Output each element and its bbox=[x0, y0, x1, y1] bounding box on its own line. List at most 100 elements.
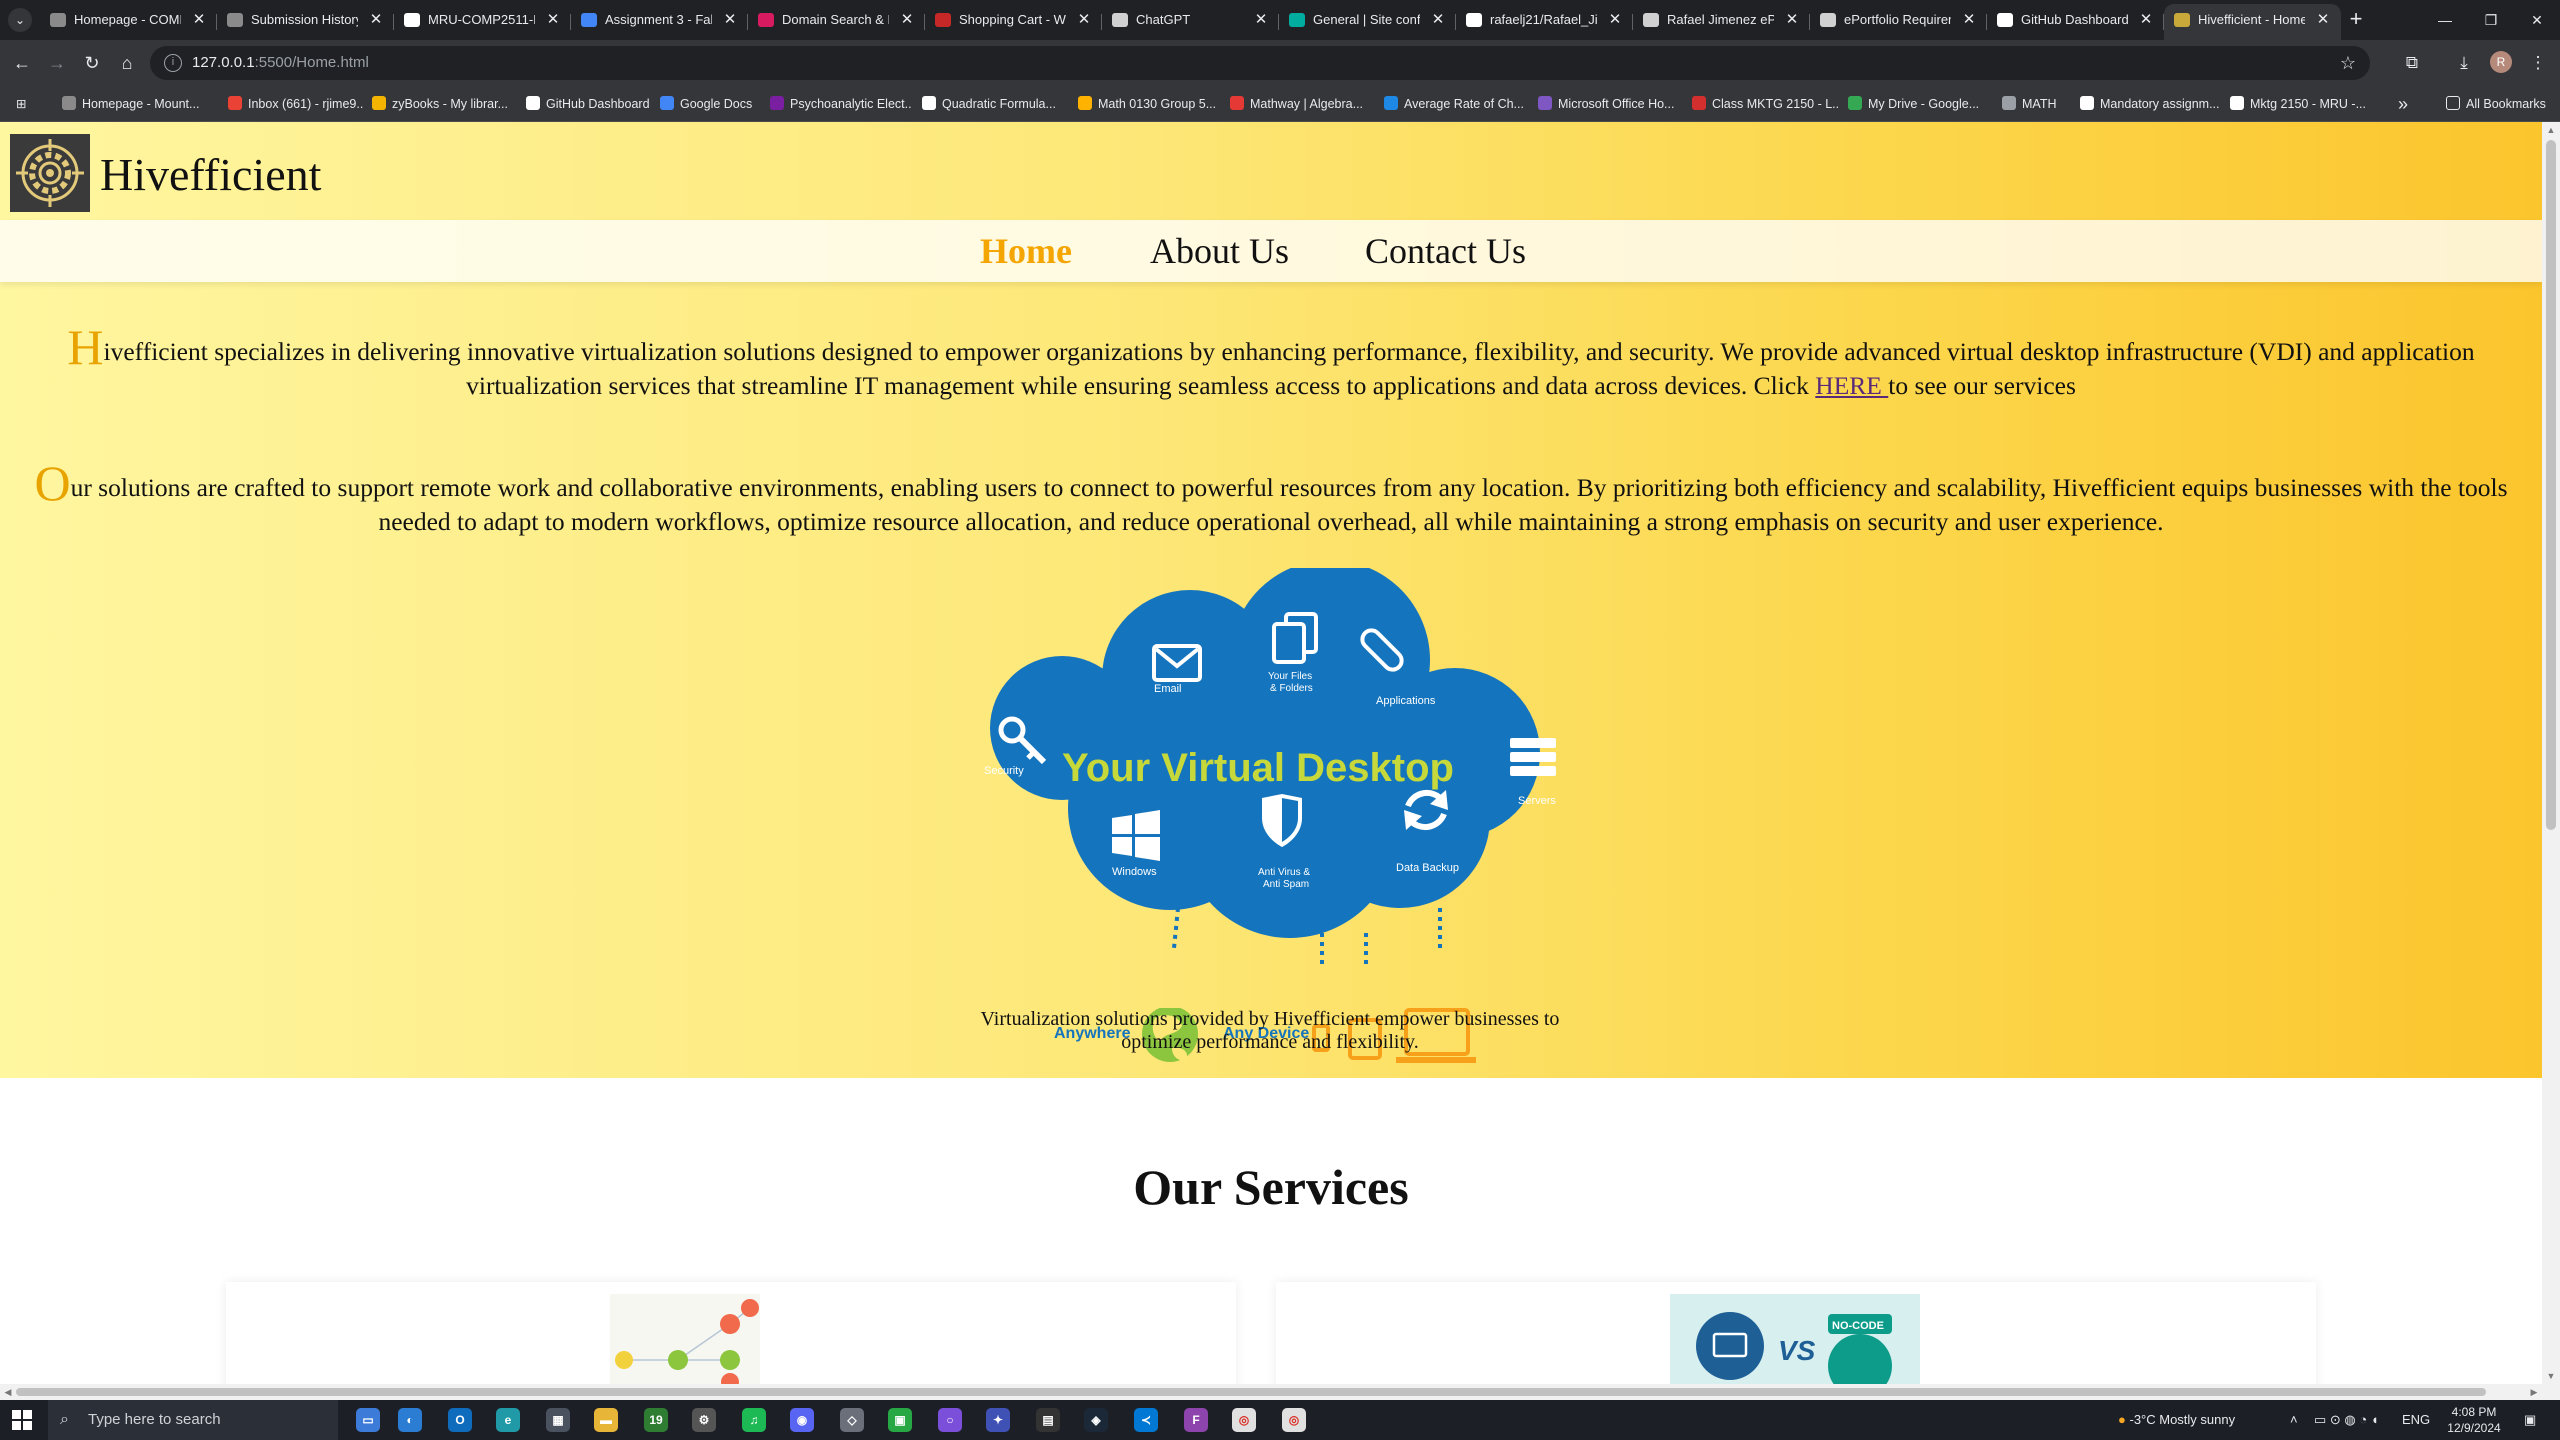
copilot-icon[interactable]: ◐ bbox=[398, 1408, 422, 1432]
home-button[interactable]: ⌂ bbox=[113, 49, 141, 77]
browser-tab[interactable]: ePortfolio Requirem ✕ bbox=[1810, 4, 1987, 40]
browser-tab[interactable]: Assignment 3 - Fall ✕ bbox=[571, 4, 748, 40]
nav-contact-us[interactable]: Contact Us bbox=[1365, 220, 1526, 282]
new-tab-button[interactable]: + bbox=[2342, 6, 2370, 34]
restore-button[interactable]: ❐ bbox=[2468, 0, 2514, 40]
tab-close-icon[interactable]: ✕ bbox=[1430, 4, 1446, 36]
forward-button[interactable]: → bbox=[43, 49, 71, 77]
bookmark-item[interactable]: Google Docs bbox=[660, 86, 760, 122]
service-card-1[interactable] bbox=[226, 1282, 1236, 1384]
discord-icon[interactable]: ◉ bbox=[790, 1408, 814, 1432]
vscode-icon[interactable]: ≺ bbox=[1134, 1408, 1158, 1432]
taskbar-search-box[interactable]: ⌕ Type here to search bbox=[48, 1400, 338, 1440]
outlook-icon[interactable]: O bbox=[448, 1408, 472, 1432]
tab-close-icon[interactable]: ✕ bbox=[1784, 4, 1800, 36]
bookmark-item[interactable]: Microsoft Office Ho... bbox=[1538, 86, 1682, 122]
chrome-active-icon[interactable]: ◎ bbox=[1282, 1408, 1306, 1432]
back-button[interactable]: ← bbox=[8, 49, 36, 77]
edge-icon[interactable]: e bbox=[496, 1408, 520, 1432]
address-bar[interactable]: i 127.0.0.1:5500/Home.html ☆ bbox=[150, 46, 2370, 80]
xbox-icon[interactable]: 19 bbox=[644, 1408, 668, 1432]
nav-about-us[interactable]: About Us bbox=[1150, 220, 1289, 282]
browser-tab[interactable]: GitHub Dashboard ✕ bbox=[1987, 4, 2164, 40]
service-card-2[interactable]: VS NO-CODE bbox=[1276, 1282, 2316, 1384]
browser-tab[interactable]: Shopping Cart - Wh ✕ bbox=[925, 4, 1102, 40]
browser-tab[interactable]: Hivefficient - Home ✕ bbox=[2164, 4, 2341, 40]
browser-tab[interactable]: MRU-COMP2511-F ✕ bbox=[394, 4, 571, 40]
brand-name[interactable]: Hivefficient bbox=[100, 148, 321, 201]
horizontal-scroll-thumb[interactable] bbox=[16, 1388, 2486, 1396]
close-window-button[interactable]: ✕ bbox=[2514, 0, 2560, 40]
bookmark-item[interactable]: GitHub Dashboard bbox=[526, 86, 650, 122]
scroll-up-arrow-icon[interactable]: ▲ bbox=[2542, 122, 2560, 138]
minecraft-icon[interactable]: ▣ bbox=[888, 1408, 912, 1432]
tray-icons[interactable]: ▭ ⊙ ◍ ◔ ◖ bbox=[2314, 1400, 2379, 1440]
bookmarks-overflow-button[interactable]: » bbox=[2398, 86, 2408, 122]
bookmark-item[interactable]: Math 0130 Group 5... bbox=[1078, 86, 1218, 122]
chrome-icon[interactable]: ◎ bbox=[1232, 1408, 1256, 1432]
services-here-link[interactable]: HERE bbox=[1815, 371, 1888, 400]
bookmark-item[interactable]: Psychoanalytic Elect... bbox=[770, 86, 912, 122]
bookmark-item[interactable]: Mathway | Algebra... bbox=[1230, 86, 1372, 122]
spotify-icon[interactable]: ♫ bbox=[742, 1408, 766, 1432]
apps-grid-icon[interactable]: ⊞ bbox=[16, 86, 26, 122]
tab-close-icon[interactable]: ✕ bbox=[368, 4, 384, 36]
tab-close-icon[interactable]: ✕ bbox=[2315, 4, 2331, 36]
hivefficient-logo[interactable] bbox=[10, 134, 90, 212]
browser-tab[interactable]: ChatGPT ✕ bbox=[1102, 4, 1279, 40]
vertical-scroll-thumb[interactable] bbox=[2546, 140, 2556, 830]
reload-button[interactable]: ↻ bbox=[78, 49, 106, 77]
calculator-icon[interactable]: ▦ bbox=[546, 1408, 570, 1432]
app-purple-icon[interactable]: ○ bbox=[938, 1408, 962, 1432]
menu-kebab-icon[interactable]: ⋮ bbox=[2524, 49, 2552, 77]
app-icon[interactable]: ◇ bbox=[840, 1408, 864, 1432]
site-info-icon[interactable]: i bbox=[164, 54, 182, 72]
tab-close-icon[interactable]: ✕ bbox=[1607, 4, 1623, 36]
tab-close-icon[interactable]: ✕ bbox=[545, 4, 561, 36]
file-explorer-icon[interactable]: ▬ bbox=[594, 1408, 618, 1432]
app-blue-icon[interactable]: ✦ bbox=[986, 1408, 1010, 1432]
app-dark-icon[interactable]: ▤ bbox=[1036, 1408, 1060, 1432]
tab-close-icon[interactable]: ✕ bbox=[191, 4, 207, 36]
tab-close-icon[interactable]: ✕ bbox=[1076, 4, 1092, 36]
bookmark-item[interactable]: Mktg 2150 - MRU -... bbox=[2230, 86, 2380, 122]
bookmark-item[interactable]: Homepage - Mount... bbox=[62, 86, 214, 122]
notifications-icon[interactable]: ▣ bbox=[2524, 1400, 2536, 1440]
tab-search-button[interactable]: ⌄ bbox=[8, 8, 32, 32]
scroll-down-arrow-icon[interactable]: ▼ bbox=[2542, 1368, 2560, 1384]
tab-close-icon[interactable]: ✕ bbox=[1253, 4, 1269, 36]
tray-overflow-icon[interactable]: ˄ bbox=[2290, 1400, 2298, 1440]
steam-icon[interactable]: ◈ bbox=[1084, 1408, 1108, 1432]
url-text[interactable]: 127.0.0.1:5500/Home.html bbox=[192, 46, 369, 80]
downloads-icon[interactable]: ⤓ bbox=[2450, 49, 2478, 77]
settings-gear-icon[interactable]: ⚙ bbox=[692, 1408, 716, 1432]
bookmark-item[interactable]: Quadratic Formula... bbox=[922, 86, 1068, 122]
bookmark-item[interactable]: My Drive - Google... bbox=[1848, 86, 1988, 122]
scroll-left-arrow-icon[interactable]: ◀ bbox=[0, 1384, 16, 1400]
language-indicator[interactable]: ENG bbox=[2402, 1400, 2430, 1440]
bookmark-item[interactable]: Average Rate of Ch... bbox=[1384, 86, 1528, 122]
browser-tab[interactable]: Rafael Jimenez ePor ✕ bbox=[1633, 4, 1810, 40]
minimize-button[interactable]: — bbox=[2422, 0, 2468, 40]
weather-widget[interactable]: ● -3°C Mostly sunny bbox=[2118, 1400, 2235, 1440]
scroll-right-arrow-icon[interactable]: ▶ bbox=[2526, 1384, 2542, 1400]
bookmark-item[interactable]: Mandatory assignm... bbox=[2080, 86, 2220, 122]
browser-tab[interactable]: General | Site config ✕ bbox=[1279, 4, 1456, 40]
browser-tab[interactable]: Submission History ✕ bbox=[217, 4, 394, 40]
profile-avatar[interactable]: R bbox=[2490, 51, 2512, 73]
vertical-scrollbar[interactable]: ▲ ▼ bbox=[2542, 122, 2560, 1384]
task-view-icon[interactable]: ▭ bbox=[356, 1408, 380, 1432]
tab-close-icon[interactable]: ✕ bbox=[899, 4, 915, 36]
tab-close-icon[interactable]: ✕ bbox=[2138, 4, 2154, 36]
nav-home[interactable]: Home bbox=[980, 220, 1072, 282]
tab-close-icon[interactable]: ✕ bbox=[1961, 4, 1977, 36]
bookmark-item[interactable]: MATH bbox=[2002, 86, 2068, 122]
windows-start-icon[interactable] bbox=[12, 1410, 32, 1430]
browser-tab[interactable]: rafaelj21/Rafael_Jim ✕ bbox=[1456, 4, 1633, 40]
horizontal-scrollbar[interactable]: ◀ ▶ bbox=[0, 1384, 2560, 1400]
bookmark-item[interactable]: zyBooks - My librar... bbox=[372, 86, 518, 122]
taskbar-clock[interactable]: 4:08 PM 12/9/2024 bbox=[2436, 1404, 2512, 1436]
bookmark-star-icon[interactable]: ☆ bbox=[2340, 46, 2356, 80]
app-f-icon[interactable]: F bbox=[1184, 1408, 1208, 1432]
bookmark-item[interactable]: Inbox (661) - rjime9... bbox=[228, 86, 364, 122]
